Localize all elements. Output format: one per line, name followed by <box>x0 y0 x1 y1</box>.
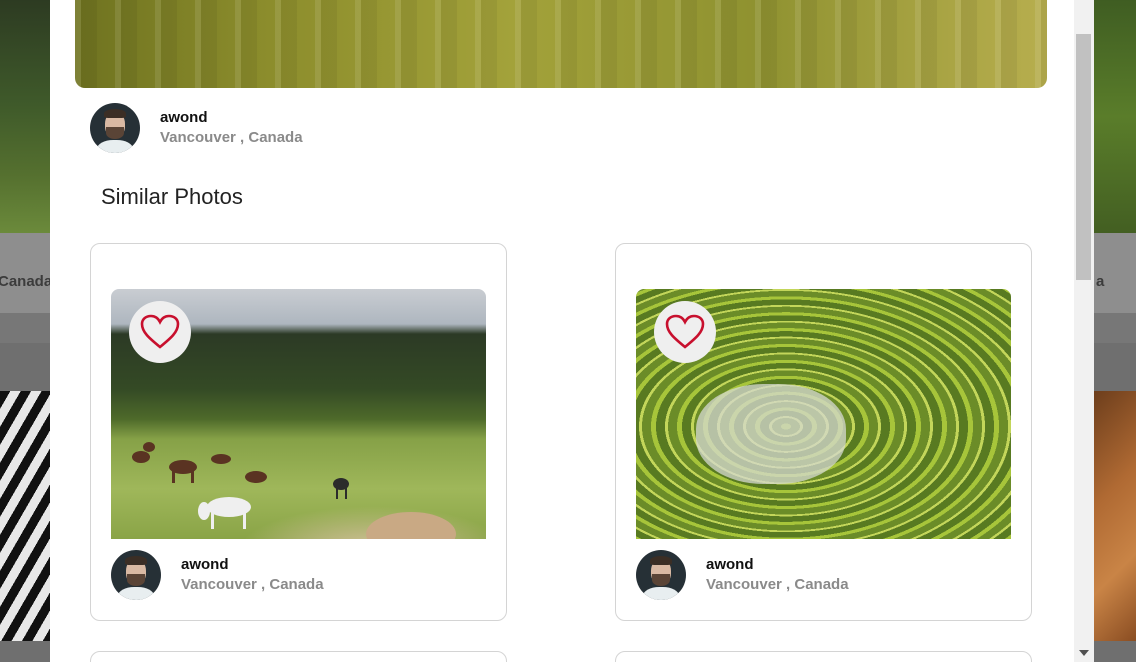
card-author-location: Vancouver , Canada <box>706 576 849 593</box>
background-photo-right <box>1094 0 1136 233</box>
similar-photos-title: Similar Photos <box>101 184 243 209</box>
scroll-down-arrow-icon[interactable] <box>1079 650 1089 656</box>
heart-icon <box>665 314 705 349</box>
card-author-name[interactable]: awond <box>706 555 849 575</box>
background-divider-right <box>1094 313 1136 343</box>
similar-photo-image[interactable] <box>636 289 1011 539</box>
main-photo <box>75 0 1047 88</box>
favorite-button[interactable] <box>654 301 716 363</box>
card-author-location: Vancouver , Canada <box>181 576 324 593</box>
author-location: Vancouver , Canada <box>160 129 303 146</box>
avatar[interactable] <box>636 550 686 600</box>
similar-photo-card[interactable]: awond Vancouver , Canada <box>615 243 1032 621</box>
background-caption-right-text: a <box>1096 273 1105 290</box>
similar-photo-card[interactable] <box>90 651 507 662</box>
terrace-water <box>696 384 846 484</box>
card-author-name[interactable]: awond <box>181 555 324 575</box>
photo-author[interactable]: awond Vancouver , Canada <box>90 103 303 153</box>
background-caption-right: a <box>1094 233 1136 313</box>
background-caption-left-text: Canada <box>0 273 53 290</box>
background-photo-dune <box>1094 391 1136 641</box>
similar-photo-card[interactable] <box>615 651 1032 662</box>
heart-icon <box>140 314 180 349</box>
favorite-button[interactable] <box>129 301 191 363</box>
author-name[interactable]: awond <box>160 108 303 128</box>
similar-photo-image[interactable] <box>111 289 486 539</box>
modal-scrollbar[interactable] <box>1074 0 1094 662</box>
scrollbar-thumb[interactable] <box>1076 34 1091 280</box>
similar-photo-card[interactable]: awond Vancouver , Canada <box>90 243 507 621</box>
photo-detail-modal: awond Vancouver , Canada Similar Photos <box>50 0 1074 662</box>
background-caption-left: Canada <box>0 233 53 313</box>
background-photo-zebra <box>0 391 50 641</box>
avatar[interactable] <box>111 550 161 600</box>
card-author[interactable]: awond Vancouver , Canada <box>111 550 324 600</box>
card-author[interactable]: awond Vancouver , Canada <box>636 550 849 600</box>
avatar[interactable] <box>90 103 140 153</box>
background-divider-left <box>0 313 50 343</box>
background-photo-left <box>0 0 50 233</box>
